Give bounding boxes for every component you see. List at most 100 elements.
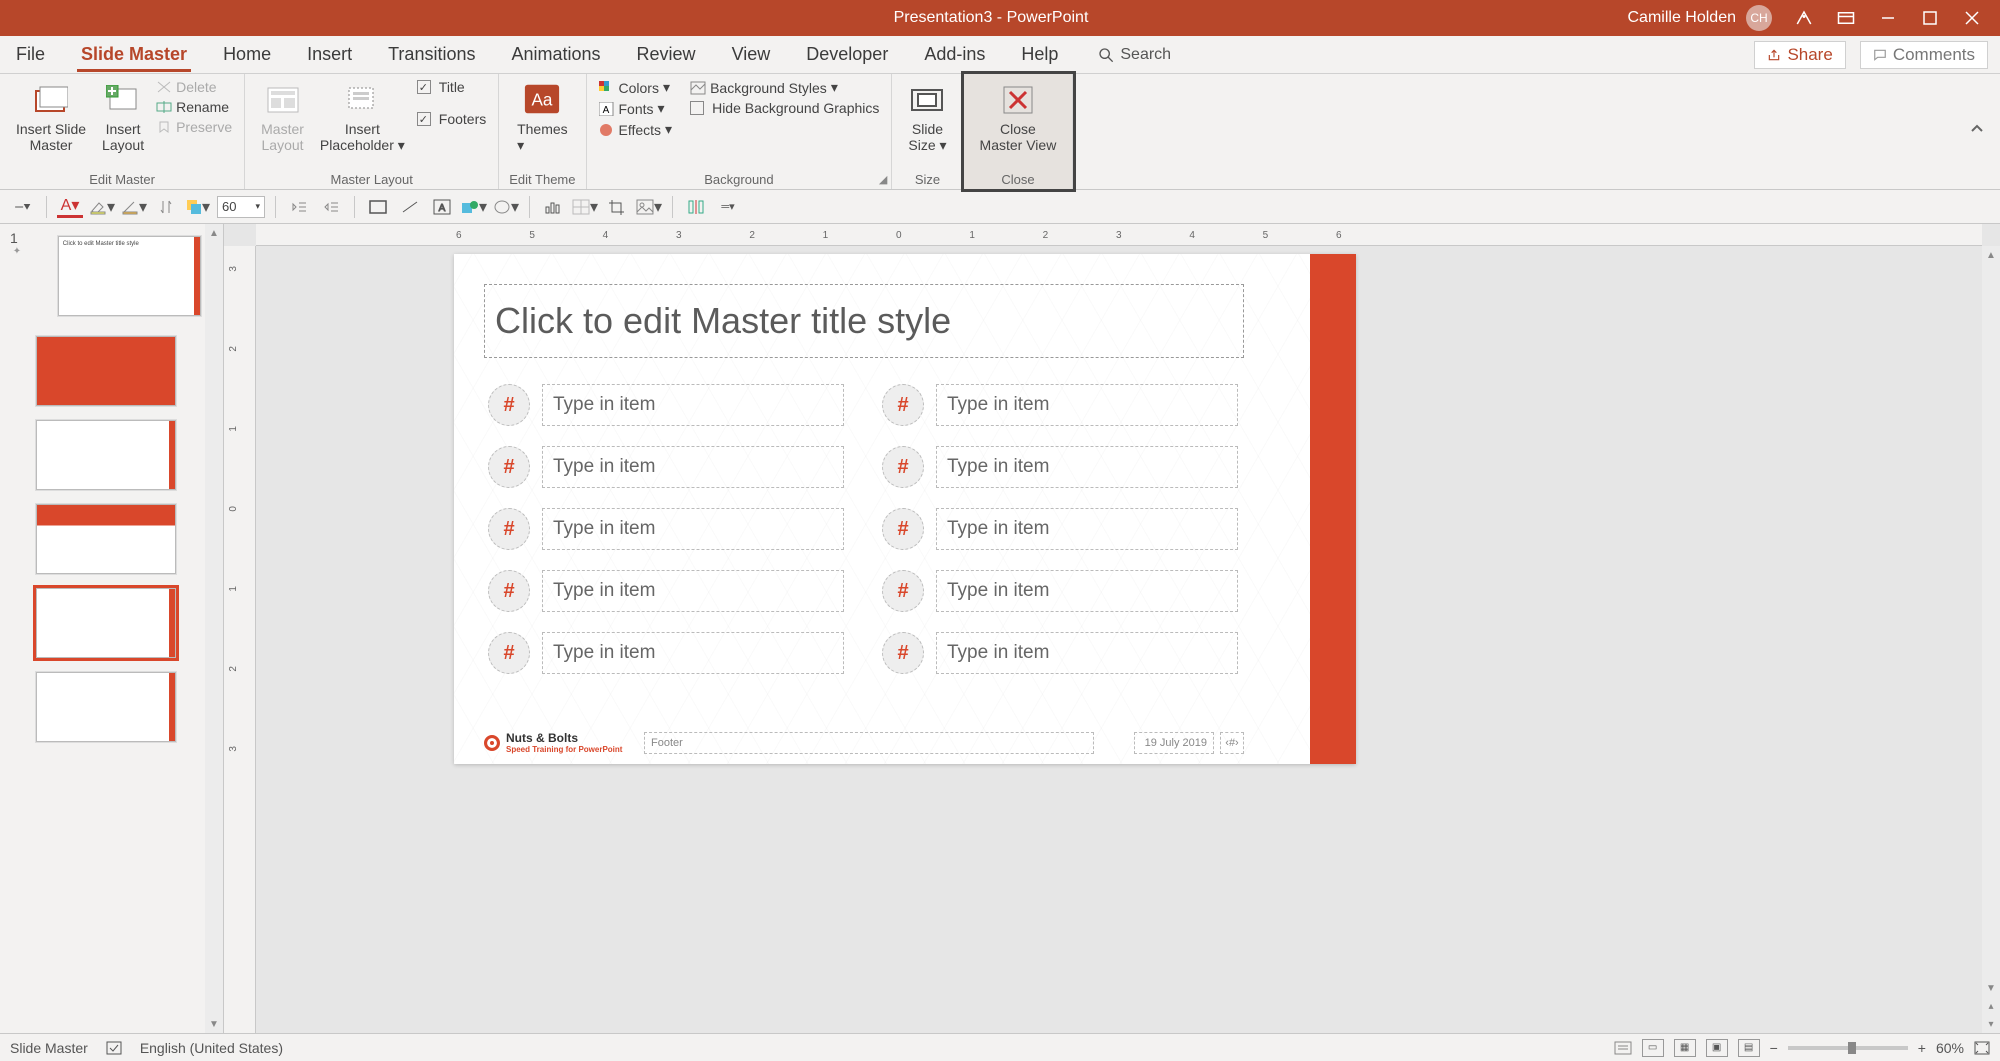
thumbnail-scrollbar[interactable]: ▲ ▼ <box>205 224 223 1033</box>
normal-view-button[interactable]: ▭ <box>1642 1039 1664 1057</box>
tab-developer[interactable]: Developer <box>802 38 892 71</box>
scroll-up-button[interactable]: ▲ <box>205 224 223 242</box>
footer-placeholder[interactable]: Footer <box>644 732 1094 754</box>
slide-size-button[interactable]: Slide Size ▾ <box>902 78 952 157</box>
tab-home[interactable]: Home <box>219 38 275 71</box>
shape-line-button[interactable] <box>397 196 423 218</box>
tell-me-search[interactable]: Search <box>1098 46 1171 64</box>
customize-qat-button[interactable]: ═▾ <box>715 196 741 218</box>
fit-to-window-button[interactable] <box>1974 1041 1990 1055</box>
item-textbox[interactable]: Type in item <box>542 632 844 674</box>
tab-insert[interactable]: Insert <box>303 38 356 71</box>
chart-button[interactable] <box>540 196 566 218</box>
tab-help[interactable]: Help <box>1017 38 1062 71</box>
tab-slide-master[interactable]: Slide Master <box>77 38 191 72</box>
highlight-button[interactable]: ▾ <box>89 196 115 218</box>
item-bullet[interactable]: # <box>882 384 924 426</box>
item-placeholder[interactable]: #Type in item <box>488 508 844 550</box>
tab-review[interactable]: Review <box>633 38 700 71</box>
tab-animations[interactable]: Animations <box>507 38 604 71</box>
shape-oval-button[interactable]: ▾ <box>493 196 519 218</box>
rename-layout-button[interactable]: Rename <box>154 98 234 116</box>
item-textbox[interactable]: Type in item <box>936 632 1238 674</box>
insert-slide-master-button[interactable]: Insert Slide Master <box>10 78 92 156</box>
sort-button[interactable] <box>153 196 179 218</box>
item-placeholder[interactable]: # Type in item <box>882 632 1238 674</box>
footers-checkbox[interactable]: Footers <box>415 110 488 128</box>
zoom-in-button[interactable]: + <box>1918 1040 1926 1056</box>
item-bullet[interactable]: # <box>882 508 924 550</box>
title-checkbox[interactable]: Title <box>415 78 488 96</box>
ribbon-display-icon[interactable] <box>1836 8 1856 28</box>
hide-bg-checkbox[interactable]: Hide Background Graphics <box>688 99 881 117</box>
status-language[interactable]: English (United States) <box>140 1040 283 1056</box>
close-window-button[interactable] <box>1962 8 1982 28</box>
spellcheck-icon[interactable] <box>106 1041 122 1055</box>
share-button[interactable]: Share <box>1754 41 1845 69</box>
slide-master-canvas[interactable]: Click to edit Master title style # Type i… <box>454 254 1356 764</box>
shapes-gallery-button[interactable]: ▾ <box>461 196 487 218</box>
background-styles-button[interactable]: Background Styles ▾ <box>688 78 881 97</box>
effects-button[interactable]: Effects ▾ <box>597 120 675 139</box>
next-slide-button[interactable]: ▾ <box>1982 1015 2000 1033</box>
layout-thumbnail-2[interactable] <box>36 420 176 490</box>
item-placeholder[interactable]: # Type in item <box>488 570 844 612</box>
zoom-level[interactable]: 60% <box>1936 1040 1964 1056</box>
slideshow-view-button[interactable]: ▤ <box>1738 1039 1760 1057</box>
item-textbox[interactable]: Type in item <box>936 570 1238 612</box>
item-bullet[interactable]: # <box>488 508 530 550</box>
arrange-button[interactable]: ▾ <box>185 196 211 218</box>
layout-thumbnail-1[interactable] <box>36 336 176 406</box>
item-textbox[interactable]: Type in item <box>936 384 1238 426</box>
collapse-ribbon-button[interactable] <box>1970 122 1990 142</box>
sorter-view-button[interactable]: ▦ <box>1674 1039 1696 1057</box>
item-placeholder[interactable]: #Type in item <box>488 446 844 488</box>
coming-soon-icon[interactable] <box>1794 8 1814 28</box>
item-bullet[interactable]: # <box>488 570 530 612</box>
layout-thumbnail-5[interactable] <box>36 672 176 742</box>
zoom-slider[interactable] <box>1788 1046 1908 1050</box>
date-placeholder[interactable]: 19 July 2019 <box>1134 732 1214 754</box>
themes-button[interactable]: Aa Themes▾ <box>511 78 574 157</box>
master-thumbnail[interactable]: Click to edit Master title style <box>58 236 201 316</box>
item-textbox[interactable]: Type in item <box>936 446 1238 488</box>
tab-addins[interactable]: Add-ins <box>920 38 989 71</box>
title-placeholder[interactable]: Click to edit Master title style <box>484 284 1244 358</box>
item-textbox[interactable]: Type in item <box>542 446 844 488</box>
reading-view-button[interactable]: ▣ <box>1706 1039 1728 1057</box>
item-textbox[interactable]: Type in item <box>936 508 1238 550</box>
scroll-up-button[interactable]: ▲ <box>1982 246 2000 264</box>
zoom-out-button[interactable]: − <box>1770 1040 1778 1056</box>
item-placeholder[interactable]: # Type in item <box>882 384 1238 426</box>
item-bullet[interactable]: # <box>882 446 924 488</box>
canvas-scrollbar[interactable]: ▲ ▼ ▴ ▾ <box>1982 246 2000 1033</box>
fonts-button[interactable]: AFonts ▾ <box>597 99 675 118</box>
ink-button[interactable]: ▾ <box>121 196 147 218</box>
item-textbox[interactable]: Type in item <box>542 384 844 426</box>
minimize-button[interactable] <box>1878 8 1898 28</box>
font-color-button[interactable]: A▾ <box>57 196 83 218</box>
preserve-master-button[interactable]: Preserve <box>154 118 234 136</box>
tab-file[interactable]: File <box>12 38 49 71</box>
item-textbox[interactable]: Type in item <box>542 570 844 612</box>
item-bullet[interactable]: # <box>488 384 530 426</box>
decrease-indent-button[interactable] <box>286 196 312 218</box>
item-placeholder[interactable]: #Type in item <box>488 632 844 674</box>
item-bullet[interactable]: # <box>882 570 924 612</box>
scroll-down-button[interactable]: ▼ <box>1982 979 2000 997</box>
text-box-button[interactable]: A <box>429 196 455 218</box>
crop-button[interactable] <box>604 196 630 218</box>
prev-slide-button[interactable]: ▴ <box>1982 997 2000 1015</box>
item-placeholder[interactable]: # Type in item <box>882 570 1238 612</box>
tab-transitions[interactable]: Transitions <box>384 38 479 71</box>
delete-layout-button[interactable]: Delete <box>154 78 234 96</box>
tab-view[interactable]: View <box>728 38 775 71</box>
distribute-button[interactable] <box>683 196 709 218</box>
background-dialog-launcher[interactable]: ◢ <box>879 173 887 186</box>
picture-button[interactable]: ▾ <box>636 196 662 218</box>
shape-rect-button[interactable] <box>365 196 391 218</box>
colors-button[interactable]: Colors ▾ <box>597 78 675 97</box>
maximize-button[interactable] <box>1920 8 1940 28</box>
font-size-combo[interactable]: 60▾ <box>217 196 265 218</box>
item-bullet[interactable]: # <box>882 632 924 674</box>
